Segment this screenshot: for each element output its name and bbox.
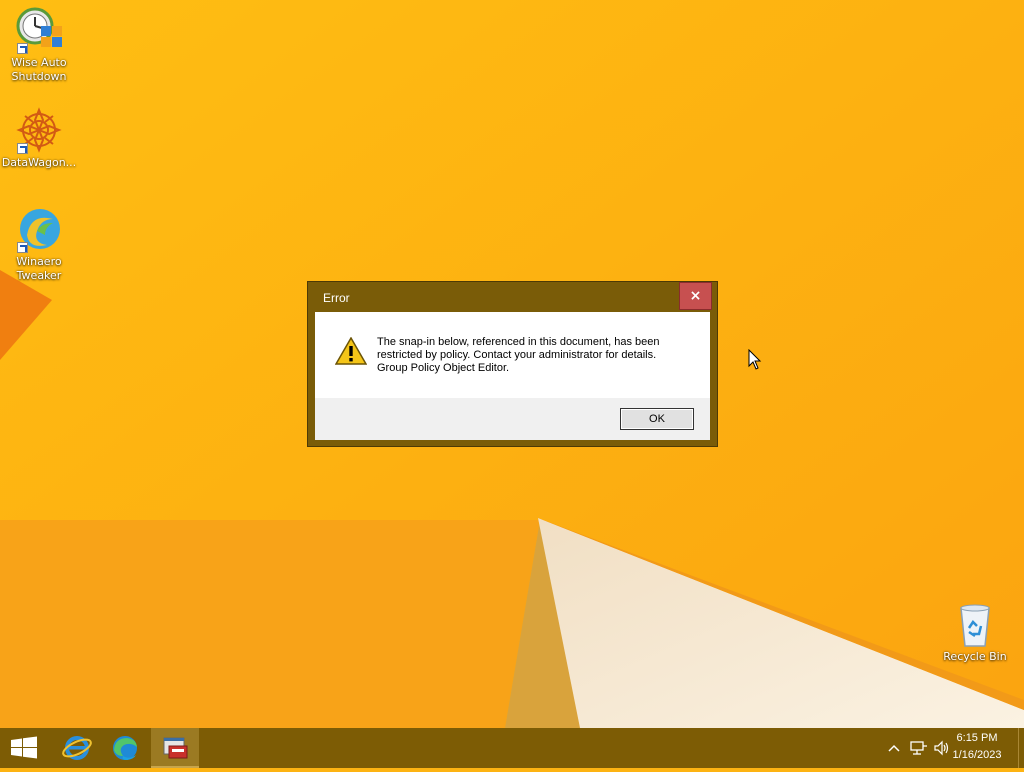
edge-icon [113,736,137,760]
taskbar-internet-explorer[interactable] [53,728,101,768]
dialog-message-line: Group Policy Object Editor. [377,362,510,374]
internet-explorer-icon [62,736,92,760]
shortcut-arrow-icon [17,143,28,154]
shortcut-arrow-icon [17,43,28,54]
clock-date[interactable]: 1/16/2023 [942,749,1012,761]
desktop-icon-recycle-bin[interactable]: Recycle Bin [936,600,1014,664]
ok-button[interactable]: OK [620,408,694,430]
desktop-icon-label: Winaero Tweaker [16,255,62,282]
dialog-message-line: restricted by policy. Contact your admin… [377,349,657,361]
taskbar: 6:15 PM 1/16/2023 [0,728,1024,768]
desktop-icon-datawagon[interactable]: DataWagon... [0,106,78,170]
close-icon: × [689,288,702,304]
taskbar-mmc[interactable] [151,728,199,768]
warning-icon [335,337,367,365]
desktop-icon-winaero-tweaker[interactable]: Winaero Tweaker [0,205,78,283]
clock-time[interactable]: 6:15 PM [942,732,1012,744]
taskbar-edge[interactable] [101,728,149,768]
dialog-body: The snap-in below, referenced in this do… [315,312,710,440]
shortcut-arrow-icon [17,242,28,253]
desktop-icon-label: Recycle Bin [943,650,1007,663]
desktop[interactable]: Wise Auto Shutdown DataWagon... Winaero … [0,0,1024,728]
dialog-message-line: The snap-in below, referenced in this do… [377,336,660,348]
winaero-tweaker-icon [15,205,63,253]
datawagon-icon [15,106,63,154]
chevron-up-icon[interactable] [887,740,901,756]
dialog-title: Error [323,291,350,305]
network-icon[interactable] [910,740,928,756]
desktop-icon-label: Wise Auto Shutdown [11,56,67,83]
wise-auto-shutdown-icon [15,6,63,54]
close-button[interactable]: × [679,282,712,310]
mmc-icon [163,737,188,759]
start-button[interactable] [0,728,48,768]
desktop-icon-wise-auto-shutdown[interactable]: Wise Auto Shutdown [0,6,78,84]
mouse-cursor-icon [748,349,762,370]
show-desktop-button[interactable] [1018,728,1024,768]
windows-logo-icon [11,736,37,759]
error-dialog: Error × The snap-in below, referenced in… [307,281,718,447]
dialog-footer: OK [315,398,710,440]
desktop-icon-label: DataWagon... [1,156,77,169]
recycle-bin-icon [951,600,999,648]
dialog-message: The snap-in below, referenced in this do… [377,336,697,375]
